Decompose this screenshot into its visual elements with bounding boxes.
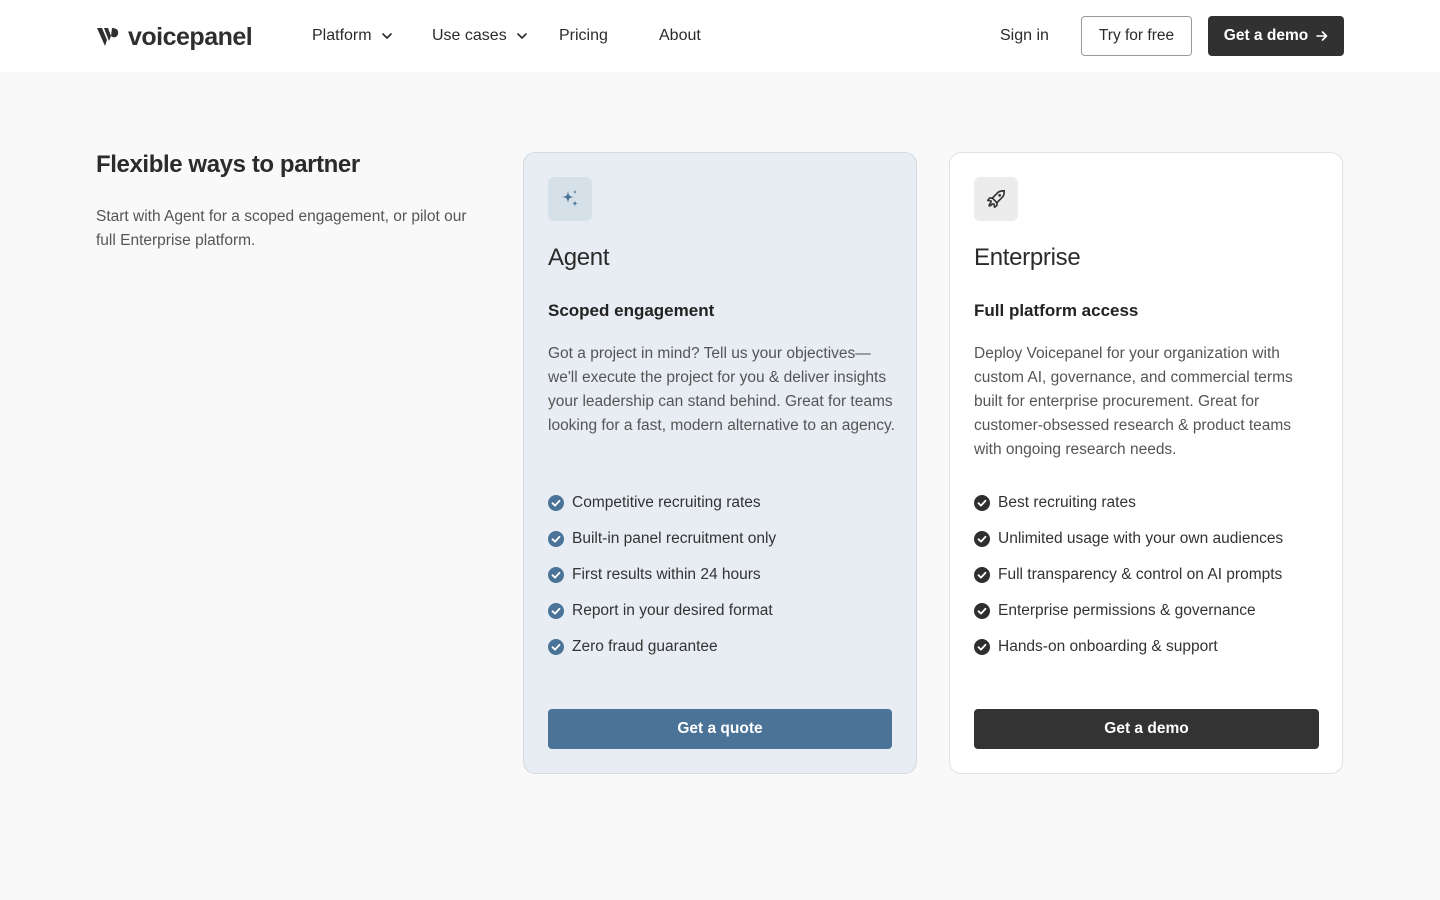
check-circle-icon (548, 567, 564, 583)
feature-label: Hands-on onboarding & support (998, 638, 1218, 655)
feature-item: Unlimited usage with your own audiences (974, 521, 1283, 557)
nav-use-cases[interactable]: Use cases (432, 24, 527, 48)
nav-about[interactable]: About (659, 24, 701, 48)
sparkles-icon (562, 190, 578, 207)
feature-label: Best recruiting rates (998, 494, 1136, 511)
check-circle-icon (974, 639, 990, 655)
feature-label: Built-in panel recruitment only (572, 530, 777, 547)
get-demo-header-label: Get a demo (1223, 27, 1309, 44)
check-circle-icon (974, 495, 990, 511)
chevron-down-icon (381, 33, 392, 39)
feature-label: Report in your desired format (572, 602, 773, 619)
plan-description: Got a project in mind? Tell us your obje… (548, 345, 895, 434)
check-circle-icon (974, 603, 990, 619)
feature-item: Best recruiting rates (974, 485, 1283, 521)
brand-name: voicepanel (128, 23, 253, 51)
sign-in-link[interactable]: Sign in (1000, 24, 1049, 48)
rocket-icon (986, 189, 1006, 209)
get-quote-label: Get a quote (677, 720, 763, 737)
plan-features-list: Competitive recruiting rates Built-in pa… (548, 485, 776, 665)
try-for-free-button[interactable]: Try for free (1081, 16, 1192, 56)
voicepanel-logo-icon (97, 28, 119, 46)
feature-label: Enterprise permissions & governance (998, 602, 1256, 619)
plan-subtitle: Scoped engagement (548, 301, 715, 320)
feature-item: Built-in panel recruitment only (548, 521, 776, 557)
get-demo-button[interactable]: Get a demo (974, 709, 1319, 749)
feature-label: Unlimited usage with your own audiences (998, 530, 1284, 547)
check-circle-icon (974, 567, 990, 583)
nav-platform-label: Platform (312, 27, 372, 44)
enterprise-icon-tile (974, 177, 1018, 221)
feature-item: First results within 24 hours (548, 557, 776, 593)
agent-icon-tile (548, 177, 592, 221)
feature-item: Report in your desired format (548, 593, 776, 629)
site-header: voicepanel Platform Use cases Pricing Ab… (0, 0, 1440, 72)
arrow-right-icon (1316, 31, 1328, 41)
nav-pricing[interactable]: Pricing (559, 24, 608, 48)
plan-subtitle: Full platform access (974, 301, 1139, 320)
check-circle-icon (974, 531, 990, 547)
feature-item: Enterprise permissions & governance (974, 593, 1283, 629)
nav-about-label: About (659, 27, 701, 44)
chevron-down-icon (516, 33, 527, 39)
plan-card-agent: Agent Scoped engagement Got a project in… (523, 152, 917, 774)
get-demo-label: Get a demo (1104, 720, 1189, 737)
feature-item: Competitive recruiting rates (548, 485, 776, 521)
section-title: Flexible ways to partner (96, 151, 360, 178)
section-description: Start with Agent for a scoped engagement… (96, 208, 467, 249)
brand-logo[interactable]: voicepanel (96, 22, 253, 52)
check-circle-icon (548, 603, 564, 619)
check-circle-icon (548, 531, 564, 547)
plan-title: Agent (548, 244, 610, 271)
plan-card-enterprise: Enterprise Full platform access Deploy V… (949, 152, 1343, 774)
feature-item: Hands-on onboarding & support (974, 629, 1283, 665)
nav-use-cases-label: Use cases (432, 27, 507, 44)
nav-platform[interactable]: Platform (312, 24, 392, 48)
check-circle-icon (548, 495, 564, 511)
plan-title: Enterprise (974, 244, 1081, 271)
feature-label: Competitive recruiting rates (572, 494, 761, 511)
try-for-free-label: Try for free (1098, 27, 1175, 44)
feature-item: Full transparency & control on AI prompt… (974, 557, 1283, 593)
plan-features-list: Best recruiting rates Unlimited usage wi… (974, 485, 1283, 665)
get-quote-button[interactable]: Get a quote (548, 709, 892, 749)
check-circle-icon (548, 639, 564, 655)
feature-item: Zero fraud guarantee (548, 629, 776, 665)
nav-pricing-label: Pricing (559, 27, 608, 44)
feature-label: First results within 24 hours (572, 566, 761, 583)
feature-label: Full transparency & control on AI prompt… (998, 566, 1283, 583)
get-demo-header-button[interactable]: Get a demo (1208, 16, 1344, 56)
feature-label: Zero fraud guarantee (572, 638, 718, 655)
plan-description: Deploy Voicepanel for your organization … (974, 345, 1293, 458)
